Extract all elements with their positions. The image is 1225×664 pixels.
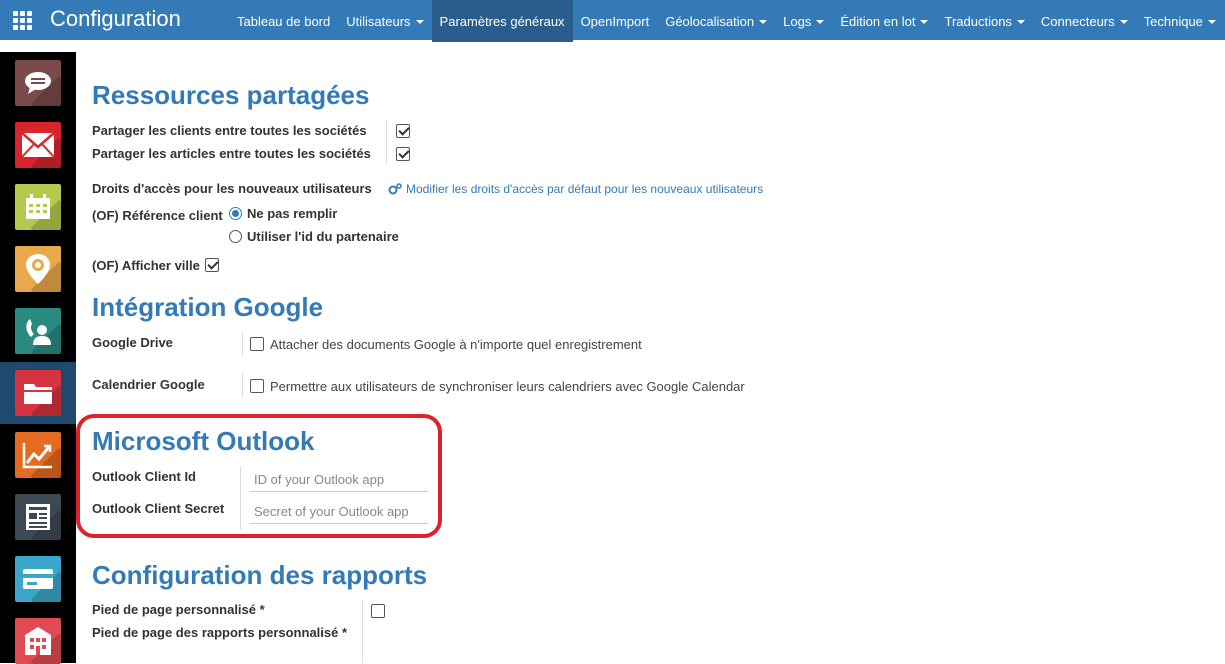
document-icon — [26, 504, 50, 530]
nav-utilisateurs[interactable]: Utilisateurs — [338, 0, 431, 42]
label-access-rights: Droits d'accès pour les nouveaux utilisa… — [92, 181, 372, 196]
show-city-checkbox[interactable] — [205, 258, 219, 272]
field-divider — [242, 374, 243, 398]
top-nav: Tableau de bord Utilisateurs Paramètres … — [229, 0, 1224, 42]
nav-tableau-de-bord[interactable]: Tableau de bord — [229, 0, 338, 42]
app-payments[interactable] — [15, 556, 61, 602]
nav-technique[interactable]: Technique — [1136, 0, 1224, 42]
location-gear-icon — [26, 254, 50, 284]
mail-icon — [21, 132, 55, 158]
caret-down-icon — [1119, 19, 1128, 24]
caret-down-icon — [1016, 19, 1025, 24]
label-custom-report-footer: Pied de page des rapports personnalisé * — [92, 625, 348, 640]
nav-connecteurs[interactable]: Connecteurs — [1033, 0, 1136, 42]
section-title-google: Intégration Google — [92, 292, 324, 322]
folder-icon — [24, 384, 52, 404]
edit-access-rights-link[interactable]: Modifier les droits d'accès par défaut p… — [388, 182, 763, 196]
app-company[interactable] — [15, 618, 61, 664]
google-drive-description: Attacher des documents Google à n'import… — [270, 337, 642, 352]
nav-geolocalisation[interactable]: Géolocalisation — [657, 0, 775, 42]
nav-openimport[interactable]: OpenImport — [573, 0, 658, 42]
app-geolocation[interactable] — [15, 246, 61, 292]
app-calendar[interactable] — [15, 184, 61, 230]
nav-logs[interactable]: Logs — [775, 0, 832, 42]
card-icon — [23, 569, 53, 589]
section-title-shared-resources: Ressources partagées — [92, 80, 370, 110]
app-sidebar — [0, 52, 76, 664]
caret-down-icon — [816, 19, 825, 24]
field-divider — [242, 332, 243, 356]
caret-down-icon — [415, 19, 424, 24]
gears-icon — [388, 183, 402, 195]
edit-access-rights-text: Modifier les droits d'accès par défaut p… — [406, 182, 764, 196]
section-title-reports: Configuration des rapports — [92, 560, 428, 590]
outlook-client-id-input[interactable] — [250, 468, 428, 492]
label-share-articles: Partager les articles entre toutes les s… — [92, 146, 371, 161]
contact-phone-icon — [26, 319, 51, 345]
radio-ne-pas-remplir[interactable] — [229, 207, 242, 220]
google-drive-checkbox[interactable] — [250, 337, 264, 351]
field-divider — [240, 466, 241, 530]
field-divider — [386, 120, 387, 164]
radio-partner-id[interactable] — [229, 230, 242, 243]
settings-content: Ressources partagées Partager les client… — [76, 52, 1225, 663]
app-title: Configuration — [50, 6, 181, 31]
app-contacts[interactable] — [15, 308, 61, 354]
building-icon — [25, 627, 51, 655]
app-documents[interactable] — [15, 370, 61, 416]
google-calendar-description: Permettre aux utilisateurs de synchronis… — [270, 379, 745, 394]
app-mail[interactable] — [15, 122, 61, 168]
share-articles-checkbox[interactable] — [396, 147, 410, 161]
top-bar: Configuration Tableau de bord Utilisateu… — [0, 0, 1225, 42]
custom-footer-checkbox[interactable] — [371, 604, 385, 618]
section-title-outlook: Microsoft Outlook — [92, 426, 315, 456]
apps-grid-icon[interactable] — [13, 11, 32, 30]
label-google-drive: Google Drive — [92, 335, 173, 350]
label-client-reference: (OF) Référence client — [92, 208, 223, 223]
app-chat[interactable] — [15, 60, 61, 106]
radio-partner-id-label[interactable]: Utiliser l'id du partenaire — [247, 229, 399, 244]
caret-down-icon — [759, 19, 768, 24]
nav-edition-en-lot[interactable]: Édition en lot — [832, 0, 936, 42]
nav-parametres-generaux[interactable]: Paramètres généraux — [431, 0, 573, 42]
label-outlook-client-id: Outlook Client Id — [92, 469, 196, 484]
label-google-calendar: Calendrier Google — [92, 377, 205, 392]
nav-traductions[interactable]: Traductions — [936, 0, 1032, 42]
chat-icon — [25, 72, 51, 94]
label-share-clients: Partager les clients entre toutes les so… — [92, 123, 367, 138]
caret-down-icon — [1207, 19, 1216, 24]
share-clients-checkbox[interactable] — [396, 124, 410, 138]
outlook-client-secret-input[interactable] — [250, 500, 428, 524]
app-reporting[interactable] — [15, 432, 61, 478]
google-calendar-checkbox[interactable] — [250, 379, 264, 393]
radio-ne-pas-remplir-label[interactable]: Ne pas remplir — [247, 206, 337, 221]
chart-up-icon — [22, 443, 52, 469]
label-show-city: (OF) Afficher ville — [92, 258, 200, 273]
field-divider — [362, 600, 363, 663]
label-outlook-client-secret: Outlook Client Secret — [92, 501, 225, 516]
label-custom-footer: Pied de page personnalisé * — [92, 602, 265, 617]
calendar-icon — [26, 194, 50, 219]
app-articles[interactable] — [15, 494, 61, 540]
caret-down-icon — [920, 19, 929, 24]
